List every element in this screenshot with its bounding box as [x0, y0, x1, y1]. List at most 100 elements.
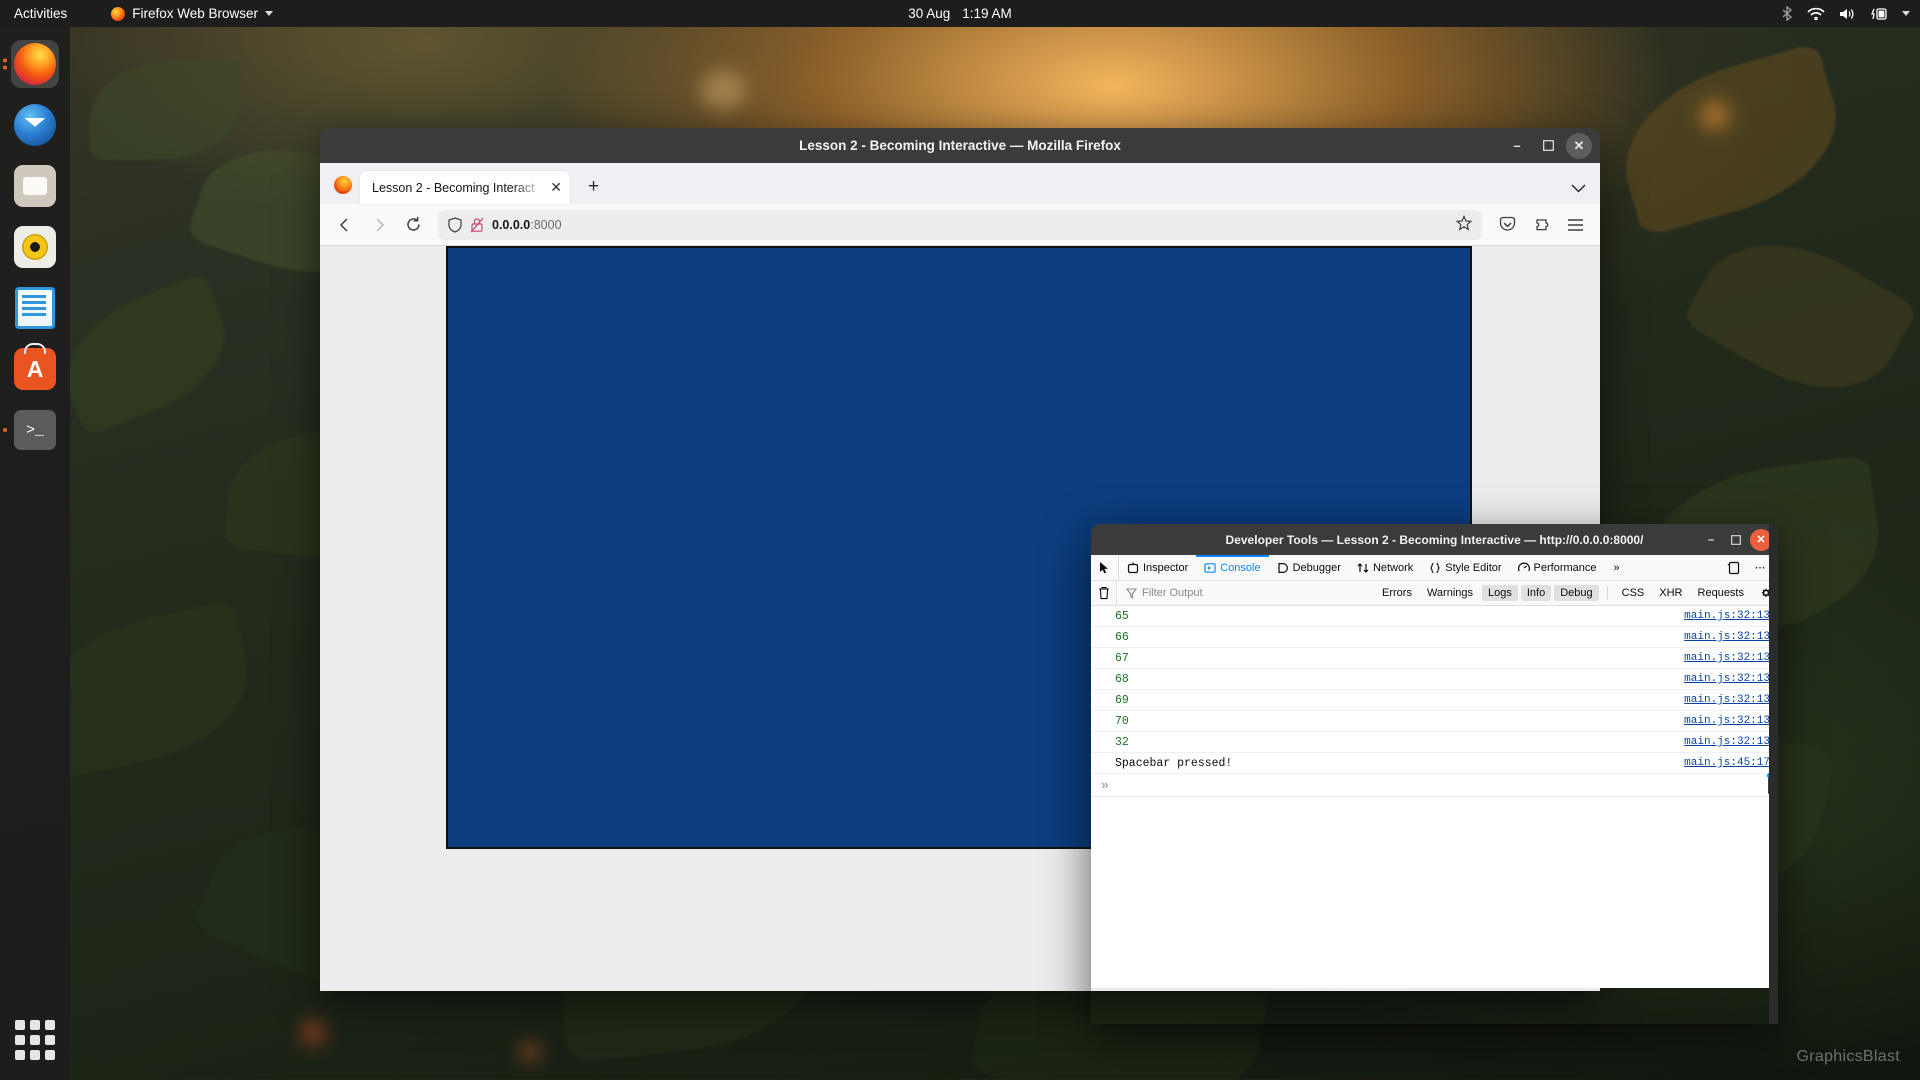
firefox-window-title: Lesson 2 - Becoming Interactive — Mozill…: [799, 138, 1121, 153]
filter-chip-css[interactable]: CSS: [1616, 585, 1651, 601]
dock-item-libreoffice-writer[interactable]: [11, 284, 59, 332]
inspector-icon: [1127, 562, 1139, 573]
tab-console[interactable]: Console: [1196, 555, 1268, 580]
console-message: 66: [1115, 630, 1129, 644]
debugger-icon: [1278, 562, 1288, 573]
devtools-scrollbar[interactable]: [1769, 524, 1778, 1024]
system-tray[interactable]: [1781, 6, 1910, 21]
hamburger-menu-button[interactable]: [1560, 210, 1590, 240]
console-message: 65: [1115, 609, 1129, 623]
console-row[interactable]: 65 main.js:32:13: [1091, 606, 1778, 627]
firefox-titlebar[interactable]: Lesson 2 - Becoming Interactive — Mozill…: [320, 128, 1600, 163]
url-bar[interactable]: 0.0.0.0:8000: [438, 209, 1482, 240]
tab-inspector[interactable]: Inspector: [1119, 555, 1196, 580]
tab-label: Inspector: [1143, 561, 1189, 574]
console-row[interactable]: 68 main.js:32:13: [1091, 669, 1778, 690]
console-source-link[interactable]: main.js:32:13: [1684, 610, 1770, 622]
tab-network[interactable]: Network: [1349, 555, 1421, 580]
devtools-window-title: Developer Tools — Lesson 2 - Becoming In…: [1225, 532, 1644, 547]
filter-chip-logs[interactable]: Logs: [1482, 585, 1518, 601]
lock-broken-icon[interactable]: [470, 217, 484, 233]
console-icon: [1204, 562, 1216, 573]
console-source-link[interactable]: main.js:32:13: [1684, 652, 1770, 664]
console-source-link[interactable]: main.js:32:13: [1684, 736, 1770, 748]
filter-chip-requests[interactable]: Requests: [1692, 585, 1750, 601]
dock-item-rhythmbox[interactable]: [11, 223, 59, 271]
console-row[interactable]: 67 main.js:32:13: [1091, 648, 1778, 669]
wifi-icon: [1807, 7, 1825, 20]
console-source-link[interactable]: main.js:45:17: [1684, 757, 1770, 769]
firefox-icon: [111, 6, 126, 21]
performance-icon: [1517, 562, 1530, 571]
dock-item-ubuntu-software[interactable]: A: [11, 343, 59, 393]
tab-style-editor[interactable]: Style Editor: [1421, 555, 1509, 580]
console-source-link[interactable]: main.js:32:13: [1684, 631, 1770, 643]
tab-label: Console: [1220, 561, 1261, 574]
filter-chip-warnings[interactable]: Warnings: [1421, 585, 1479, 601]
console-row[interactable]: 66 main.js:32:13: [1091, 627, 1778, 648]
firefox-navigation-toolbar: 0.0.0.0:8000: [320, 204, 1600, 246]
gnome-top-bar: Activities Firefox Web Browser 30 Aug 1:…: [0, 0, 1920, 27]
volume-icon: [1840, 8, 1854, 19]
element-picker-icon[interactable]: [1091, 555, 1119, 580]
tab-label: Performance: [1533, 561, 1597, 574]
firefox-window-controls: – ✕: [1504, 132, 1592, 159]
minimize-button[interactable]: –: [1504, 133, 1530, 159]
toolbar-overflow-button[interactable]: »: [1605, 555, 1629, 580]
filter-chip-debug[interactable]: Debug: [1554, 585, 1599, 601]
close-icon[interactable]: ✕: [550, 179, 562, 196]
network-icon: [1357, 562, 1369, 573]
dock-item-firefox[interactable]: [3, 40, 59, 88]
tab-performance[interactable]: Performance: [1510, 555, 1605, 580]
ubuntu-software-icon: A: [14, 343, 56, 390]
console-source-link[interactable]: main.js:32:13: [1684, 673, 1770, 685]
console-prompt-icon: »: [1101, 777, 1109, 793]
console-row[interactable]: 70 main.js:32:13: [1091, 711, 1778, 732]
filter-placeholder: Filter Output: [1142, 587, 1203, 599]
maximize-button[interactable]: [1725, 529, 1747, 551]
bluetooth-icon: [1782, 6, 1793, 21]
console-input-row[interactable]: »: [1091, 773, 1778, 797]
browser-tab[interactable]: Lesson 2 - Becoming Interact ✕: [360, 171, 570, 204]
ubuntu-dock: A >_: [0, 27, 70, 1080]
clock-time: 1:19 AM: [962, 6, 1012, 21]
dock-item-files[interactable]: [11, 162, 59, 210]
close-button[interactable]: ✕: [1566, 132, 1592, 159]
app-menu-button[interactable]: Firefox Web Browser: [111, 6, 274, 21]
maximize-button[interactable]: [1535, 133, 1561, 159]
filter-output-input[interactable]: Filter Output: [1117, 587, 1376, 599]
devtools-titlebar[interactable]: Developer Tools — Lesson 2 - Becoming In…: [1091, 524, 1778, 555]
console-row[interactable]: 32 main.js:32:13: [1091, 732, 1778, 753]
reload-button[interactable]: [398, 210, 428, 240]
clock-button[interactable]: 30 Aug 1:19 AM: [908, 6, 1012, 21]
console-output[interactable]: 65 main.js:32:13 66 main.js:32:13 67 mai…: [1091, 606, 1778, 988]
activities-button[interactable]: Activities: [0, 6, 81, 21]
filter-chip-errors[interactable]: Errors: [1376, 585, 1418, 601]
trash-icon[interactable]: [1091, 581, 1117, 605]
bookmark-star-icon[interactable]: [1455, 215, 1473, 234]
new-tab-button[interactable]: +: [588, 176, 599, 198]
minimize-button[interactable]: –: [1700, 529, 1722, 551]
filter-chip-xhr[interactable]: XHR: [1653, 585, 1688, 601]
console-row[interactable]: Spacebar pressed! main.js:45:17: [1091, 753, 1778, 774]
dock-item-terminal[interactable]: >_: [3, 406, 59, 454]
extensions-button[interactable]: [1526, 210, 1556, 240]
filter-chip-info[interactable]: Info: [1520, 585, 1552, 601]
dock-item-thunderbird[interactable]: [11, 101, 59, 149]
tab-debugger[interactable]: Debugger: [1269, 555, 1349, 580]
console-source-link[interactable]: main.js:32:13: [1684, 694, 1770, 706]
url-input[interactable]: 0.0.0.0:8000: [492, 218, 562, 232]
chevron-down-icon[interactable]: [1571, 181, 1586, 196]
filter-icon: [1126, 587, 1137, 599]
console-source-link[interactable]: main.js:32:13: [1684, 715, 1770, 727]
forward-button[interactable]: [364, 210, 394, 240]
system-menu-caret-icon: [1902, 11, 1910, 16]
shield-icon[interactable]: [448, 216, 462, 233]
console-message: 69: [1115, 693, 1129, 707]
console-row[interactable]: 69 main.js:32:13: [1091, 690, 1778, 711]
dock-toggle-icon[interactable]: [1722, 561, 1746, 575]
pocket-button[interactable]: [1492, 210, 1522, 240]
show-applications-button[interactable]: [15, 1020, 55, 1060]
firefox-icon: [14, 43, 56, 85]
back-button[interactable]: [330, 210, 360, 240]
